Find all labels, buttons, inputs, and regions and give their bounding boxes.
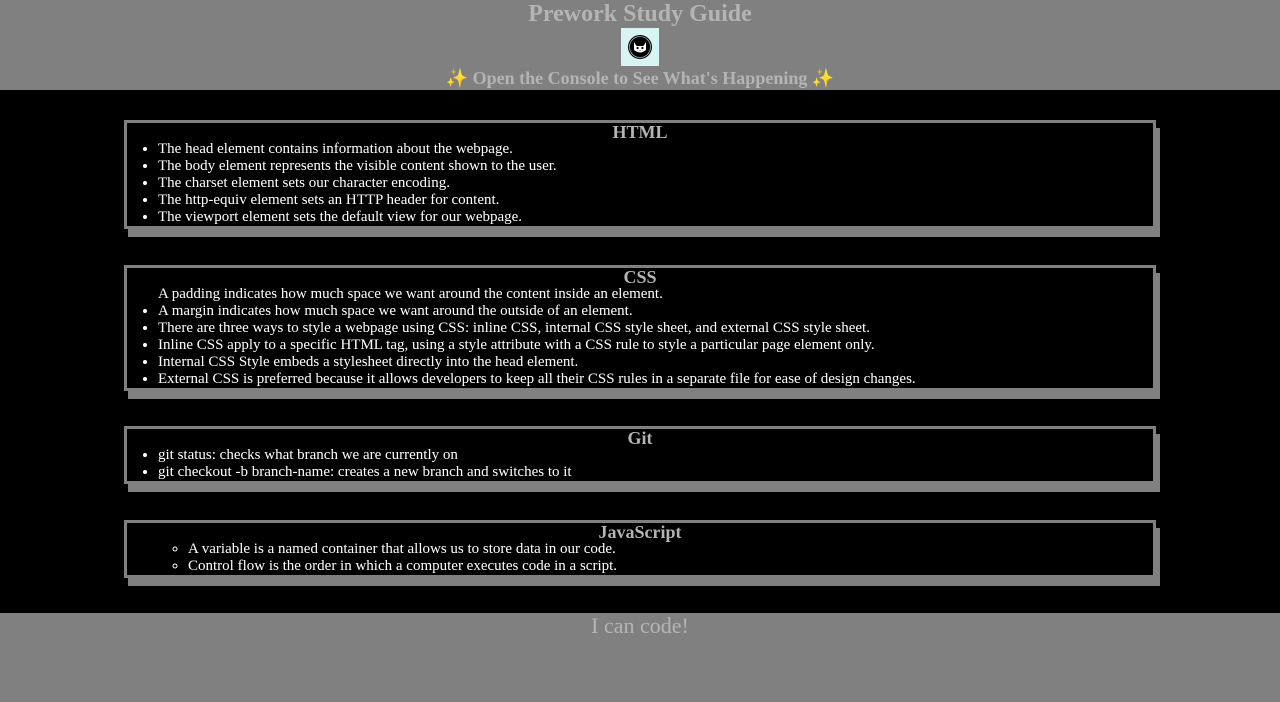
- section-title: JavaScript: [598, 522, 682, 542]
- list-item: A padding indicates how much space we wa…: [158, 286, 663, 302]
- list-item: External CSS is preferred because it all…: [158, 371, 1153, 388]
- list-item: The body element represents the visible …: [158, 158, 1153, 175]
- cat-avatar-icon: [628, 35, 652, 59]
- list-item: Inline CSS apply to a specific HTML tag,…: [158, 337, 1153, 354]
- avatar: [621, 28, 659, 66]
- page-footer: I can code!: [0, 613, 1280, 702]
- javascript-section: JavaScript A variable is a named contain…: [124, 520, 1156, 578]
- list-item: git checkout -b branch-name: creates a n…: [158, 464, 1153, 481]
- list-item: The head element contains information ab…: [158, 141, 1153, 158]
- page-header: Prework Study Guide ✨ Open the Console t…: [0, 0, 1280, 90]
- main-content: HTML The head element contains informati…: [0, 90, 1280, 613]
- section-title: CSS: [623, 267, 657, 287]
- css-section: CSS A padding indicates how much space w…: [124, 265, 1156, 391]
- section-title: Git: [627, 428, 653, 448]
- page-title: Prework Study Guide: [528, 1, 752, 27]
- list-item: A margin indicates how much space we wan…: [158, 303, 1153, 320]
- html-section: HTML The head element contains informati…: [124, 120, 1156, 229]
- list-item: Control flow is the order in which a com…: [188, 558, 1153, 575]
- section-list: A variable is a named container that all…: [127, 541, 1153, 575]
- page-subtitle: ✨ Open the Console to See What's Happeni…: [445, 68, 835, 88]
- section-list: git status: checks what branch we are cu…: [127, 447, 1153, 481]
- list-item: git status: checks what branch we are cu…: [158, 447, 1153, 464]
- section-list: A padding indicates how much space we wa…: [127, 286, 1153, 388]
- list-item: Internal CSS Style embeds a stylesheet d…: [158, 354, 1153, 371]
- section-list: The head element contains information ab…: [127, 141, 1153, 226]
- section-title: HTML: [612, 122, 668, 142]
- list-item: The viewport element sets the default vi…: [158, 209, 1153, 226]
- list-item: The http-equiv element sets an HTTP head…: [158, 192, 1153, 209]
- git-section: Git git status: checks what branch we ar…: [124, 426, 1156, 484]
- list-item: A variable is a named container that all…: [188, 541, 1153, 558]
- list-item: The charset element sets our character e…: [158, 175, 1153, 192]
- footer-text: I can code!: [591, 613, 689, 638]
- list-item: There are three ways to style a webpage …: [158, 320, 1153, 337]
